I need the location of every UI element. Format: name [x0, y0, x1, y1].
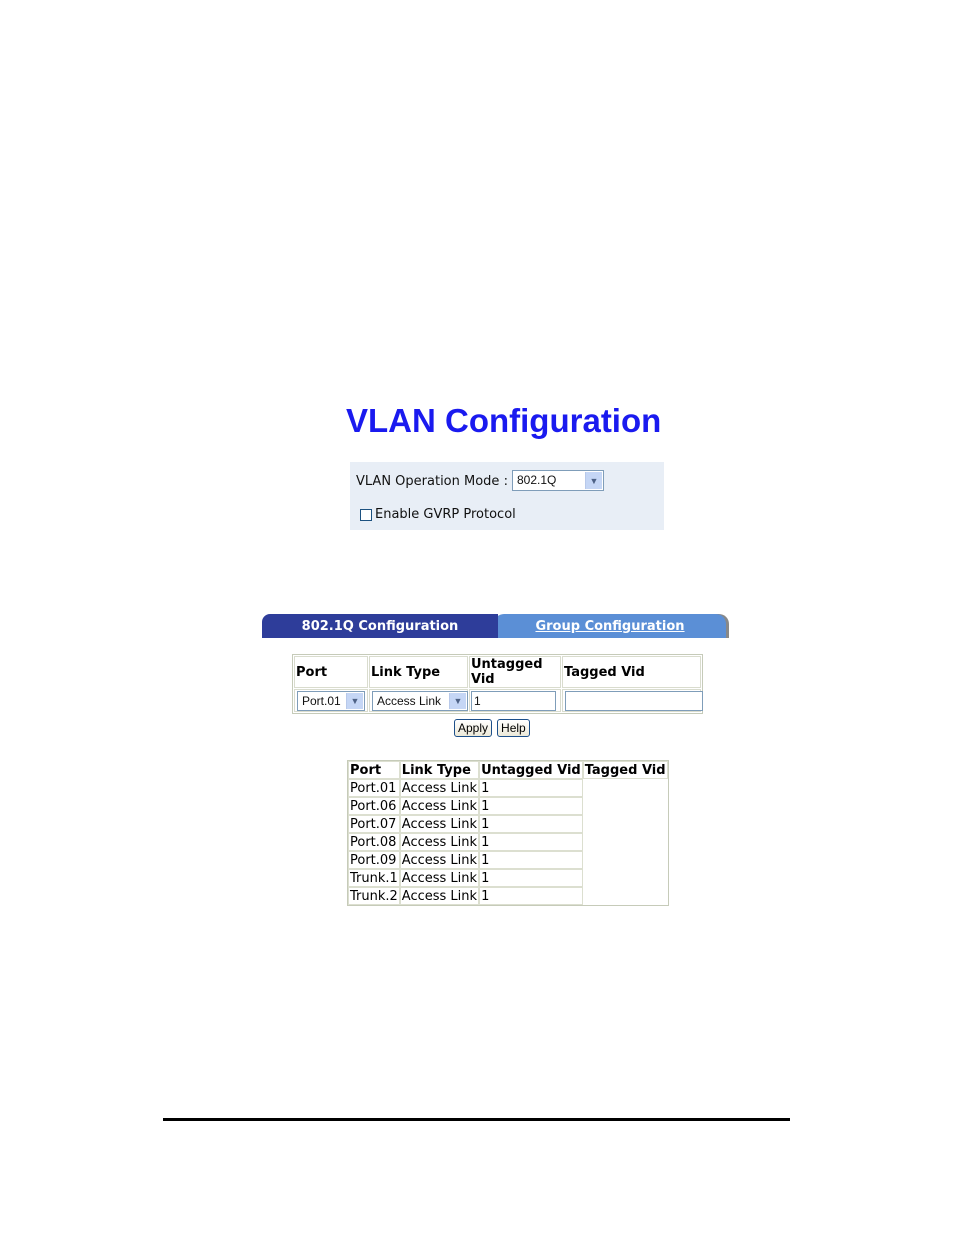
col-port: Port: [294, 656, 368, 688]
port-cell: Port.07: [348, 815, 400, 833]
col-untagged-vid: Untagged Vid: [469, 656, 561, 688]
tagged-vid-cell: [583, 797, 668, 815]
vlan-mode-value: 802.1Q: [517, 473, 557, 487]
tagged-vid-cell: [583, 779, 668, 797]
tagged-vid-cell: [583, 833, 668, 851]
table-row: Port.08 Access Link 1: [348, 833, 668, 851]
port-cell: Port.06: [348, 797, 400, 815]
untagged-vid-cell: 1: [479, 779, 583, 797]
port-cell: Trunk.2: [348, 887, 400, 905]
tagged-vid-cell: [583, 887, 668, 905]
tab-group-configuration[interactable]: Group Configuration: [494, 614, 726, 638]
apply-button[interactable]: Apply: [454, 719, 493, 737]
link-type-cell: Access Link: [399, 887, 480, 905]
table-row: Port.09 Access Link 1: [348, 851, 668, 869]
action-buttons: Apply Help: [454, 719, 530, 737]
link-type-cell: Access Link: [399, 833, 480, 851]
link-type-cell: Access Link: [399, 797, 480, 815]
port-cell: Port.01: [348, 779, 400, 797]
config-header-row: Port Link Type Untagged Vid Tagged Vid: [294, 656, 701, 688]
chevron-down-icon[interactable]: ▼: [585, 472, 602, 489]
page-title: VLAN Configuration: [346, 402, 662, 439]
link-type-select[interactable]: Access Link ▼: [372, 691, 468, 711]
untagged-vid-cell: 1: [479, 869, 583, 887]
port-cell: Port.09: [348, 851, 400, 869]
vlan-list-header: Port Link Type Untagged Vid Tagged Vid: [348, 761, 668, 779]
gvrp-checkbox[interactable]: [360, 508, 372, 521]
chevron-down-icon[interactable]: ▼: [346, 693, 363, 709]
config-table: Port Link Type Untagged Vid Tagged Vid P…: [292, 654, 703, 714]
table-row: Port.01 Access Link 1: [348, 779, 668, 797]
help-button[interactable]: Help: [497, 719, 530, 737]
tagged-vid-cell: [583, 851, 668, 869]
untagged-vid-cell: 1: [479, 797, 583, 815]
vlan-mode-label: VLAN Operation Mode :: [356, 474, 508, 489]
link-type-cell: Access Link: [399, 815, 480, 833]
gvrp-option[interactable]: Enable GVRP Protocol: [360, 507, 516, 522]
link-type-cell: Access Link: [399, 779, 480, 797]
col-untagged-vid: Untagged Vid: [479, 761, 583, 779]
port-cell: Trunk.1: [348, 869, 400, 887]
link-type-cell: Access Link: [399, 869, 480, 887]
tagged-vid-cell: [583, 815, 668, 833]
vlan-mode-panel: VLAN Operation Mode : 802.1Q ▼ Enable GV…: [350, 462, 664, 530]
col-tagged-vid: Tagged Vid: [562, 656, 701, 688]
table-row: Trunk.1 Access Link 1: [348, 869, 668, 887]
tab-bar: Group Configuration 802.1Q Configuration: [262, 614, 730, 638]
config-input-row: Port.01 ▼ Access Link ▼ 1: [294, 689, 703, 712]
untagged-vid-value: 1: [474, 694, 481, 708]
col-port: Port: [348, 761, 400, 779]
tagged-vid-input[interactable]: [565, 691, 703, 711]
table-row: Port.07 Access Link 1: [348, 815, 668, 833]
port-select-value: Port.01: [302, 694, 341, 708]
col-link-type: Link Type: [369, 656, 468, 688]
untagged-vid-input[interactable]: 1: [471, 691, 556, 711]
port-select[interactable]: Port.01 ▼: [297, 691, 365, 711]
untagged-vid-cell: 1: [479, 833, 583, 851]
footer-rule: [163, 1118, 790, 1121]
vlan-mode-select[interactable]: 802.1Q ▼: [512, 470, 604, 491]
port-cell: Port.08: [348, 833, 400, 851]
untagged-vid-cell: 1: [479, 887, 583, 905]
col-tagged-vid: Tagged Vid: [582, 761, 668, 779]
tagged-vid-cell: [583, 869, 668, 887]
link-type-value: Access Link: [377, 694, 442, 708]
chevron-down-icon[interactable]: ▼: [449, 693, 466, 709]
gvrp-label: Enable GVRP Protocol: [375, 507, 516, 522]
link-type-cell: Access Link: [399, 851, 480, 869]
table-row: Port.06 Access Link 1: [348, 797, 668, 815]
tab-8021q-configuration[interactable]: 802.1Q Configuration: [262, 614, 498, 638]
col-link-type: Link Type: [399, 761, 480, 779]
untagged-vid-cell: 1: [479, 815, 583, 833]
untagged-vid-cell: 1: [479, 851, 583, 869]
table-row: Trunk.2 Access Link 1: [348, 887, 668, 905]
vlan-list-table: Port Link Type Untagged Vid Tagged Vid P…: [347, 760, 669, 906]
